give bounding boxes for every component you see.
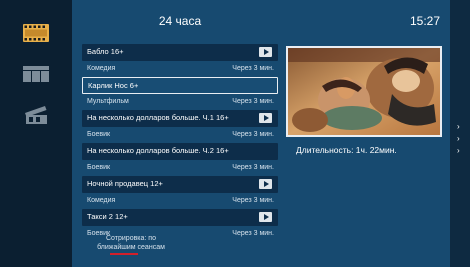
movie-genre: Мультфильм (87, 98, 129, 105)
right-nav-bar (450, 0, 470, 267)
movie-title-bar[interactable]: На несколько долларов больше. Ч.1 16+ (82, 110, 278, 127)
movie-item[interactable]: На несколько долларов больше. Ч.2 16+ Бо… (82, 143, 278, 176)
movie-genre: Комедия (87, 197, 116, 204)
movie-title-bar[interactable]: Карлик Нос 6+ (82, 77, 278, 94)
play-icon[interactable] (259, 212, 272, 222)
movie-item[interactable]: На несколько долларов больше. Ч.1 16+ Бо… (82, 110, 278, 143)
chevron-right-icon[interactable]: › (457, 146, 460, 155)
film-strip-icon[interactable] (23, 24, 49, 42)
movie-genre: Боевик (87, 131, 111, 138)
movie-title-bar[interactable]: Бабло 16+ (82, 44, 278, 61)
sort-accent-underline (110, 253, 138, 255)
movie-item[interactable]: Ночной продавец 12+ Комедия Через 3 мин. (82, 176, 278, 209)
movie-start-time: Через 3 мин. (232, 65, 274, 72)
play-icon[interactable] (259, 113, 272, 123)
movie-title: Ночной продавец 12+ (87, 179, 163, 188)
clapperboard-icon[interactable] (23, 104, 49, 124)
sort-toggle[interactable]: Сотрировка: по ближайшим сеансам (86, 234, 176, 252)
movie-genre: Комедия (87, 65, 116, 72)
duration-label: Длительность: 1ч. 22мин. (296, 145, 397, 155)
play-icon[interactable] (259, 47, 272, 57)
movie-title: Карлик Нос 6+ (88, 81, 139, 90)
movie-title: Бабло 16+ (87, 47, 124, 56)
movie-title: На несколько долларов больше. Ч.2 16+ (87, 146, 229, 155)
movie-genre: Боевик (87, 164, 111, 171)
preview-image (286, 46, 442, 137)
movie-start-time: Через 3 мин. (232, 230, 274, 237)
movie-item-selected[interactable]: Карлик Нос 6+ Мультфильм Через 3 мин. (82, 77, 278, 110)
movie-start-time: Через 3 мин. (232, 164, 274, 171)
movie-title-bar[interactable]: На несколько долларов больше. Ч.2 16+ (82, 143, 278, 160)
movie-start-time: Через 3 мин. (232, 197, 274, 204)
sidebar (0, 0, 72, 267)
movie-title: Такси 2 12+ (87, 212, 128, 221)
movie-start-time: Через 3 мин. (232, 98, 274, 105)
movie-title-bar[interactable]: Ночной продавец 12+ (82, 176, 278, 193)
clock: 15:27 (410, 14, 441, 28)
page-title: 24 часа (158, 14, 202, 28)
movie-list: Бабло 16+ Комедия Через 3 мин. Карлик Но… (82, 44, 278, 242)
chevron-right-icon[interactable]: › (457, 134, 460, 143)
tile-grid-icon[interactable] (23, 66, 49, 82)
movie-title: На несколько долларов больше. Ч.1 16+ (87, 113, 229, 122)
movie-title-bar[interactable]: Такси 2 12+ (82, 209, 278, 226)
chevron-right-icon[interactable]: › (457, 122, 460, 131)
movie-item[interactable]: Бабло 16+ Комедия Через 3 мин. (82, 44, 278, 77)
play-icon[interactable] (259, 179, 272, 189)
movie-start-time: Через 3 мин. (232, 131, 274, 138)
